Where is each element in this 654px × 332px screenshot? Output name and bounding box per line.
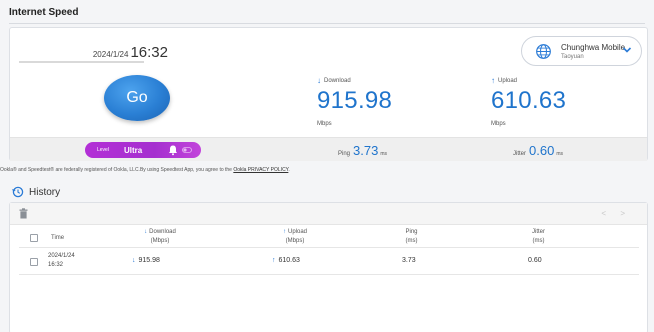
row-date: 2024/1/24 [48,253,75,259]
disclaimer-end: . [288,167,290,173]
timestamp-underline [19,61,144,63]
ping-label: Ping [338,151,351,157]
download-label: Download [324,77,351,84]
history-heading: History [12,186,60,198]
toggle-icon [182,147,192,153]
col-jitter-label: Jitter [531,229,545,235]
level-label: Level [97,147,109,153]
history-title: History [29,186,61,198]
history-icon [12,186,24,198]
col-ping: Ping (ms) [389,228,434,246]
row-time: 16:32 [48,262,64,268]
col-time: Time [51,235,65,241]
col-download-label: Download [149,229,176,235]
col-download-unit: (Mbps) [150,238,170,244]
stats-band: Level Ultra Ping 3.73 ms Jitter 0.60 ms [10,137,647,161]
upload-label: Upload [498,77,518,84]
level-badge[interactable]: Level Ultra [85,142,201,158]
row-divider [19,274,639,275]
col-upload-label: Upload [287,229,307,235]
row-jitter: 0.60 [528,257,542,264]
privacy-policy-link[interactable]: Ookla PRIVACY POLICY [233,167,288,173]
row-upload-arrow-icon: ↑ [272,257,276,264]
disclaimer-text: Ookla® and Speedtest® are federally regi… [0,167,234,173]
download-unit: Mbps [317,121,332,127]
test-timestamp: 2024/1/24 16:32 [34,44,174,61]
trash-icon[interactable] [19,208,28,219]
history-toolbar: < > [10,203,647,225]
download-heading: ↓ Download [317,76,351,85]
row-download-arrow-icon: ↓ [132,257,136,264]
test-time: 16:32 [130,44,168,61]
upload-value: 610.63 [491,87,567,114]
ping-value: 3.73 [353,143,379,158]
bell-icon [169,145,177,156]
upload-col-arrow-icon: ↑ [282,229,286,235]
jitter-label: Jitter [513,151,527,157]
row-checkbox[interactable] [30,258,38,266]
col-jitter: Jitter (ms) [516,228,561,246]
download-arrow-icon: ↓ [317,76,321,85]
pager-arrows[interactable]: < > [601,209,631,218]
test-date: 2024/1/24 [92,50,129,59]
col-upload: ↑ Upload (Mbps) [260,228,330,246]
col-jitter-unit: (ms) [532,238,545,244]
col-ping-unit: (ms) [405,238,418,244]
go-button[interactable]: Go [104,75,170,121]
chevron-down-icon [622,47,632,53]
select-all-checkbox[interactable] [30,234,38,242]
col-download: ↓ Download (Mbps) [125,228,195,246]
upload-heading: ↑ Upload [491,76,517,85]
ping-unit: ms [380,151,387,157]
row-ping: 3.73 [402,257,416,264]
download-col-arrow-icon: ↓ [144,229,148,235]
title-divider [9,23,645,24]
speedtest-card: 2024/1/24 16:32 Chunghwa Mobile Taoyuan … [9,27,648,161]
jitter-value: 0.60 [529,143,555,158]
section-title: Internet Speed [9,7,79,18]
col-upload-unit: (Mbps) [285,238,305,244]
level-value: Ultra [123,145,143,155]
col-ping-label: Ping [405,229,418,235]
jitter-unit: ms [556,151,563,157]
server-provider: Chunghwa Mobile [561,43,626,52]
server-select-button[interactable]: Chunghwa Mobile Taoyuan [521,36,642,66]
history-table: < > Time ↓ Download (Mbps) ↑ Upload (Mbps)… [9,202,648,332]
row-download-cell: ↓ 915.98 [132,257,160,264]
server-city: Taoyuan [561,54,584,60]
row-upload: 610.63 [278,257,300,264]
header-divider [19,247,639,248]
row-download: 915.98 [138,257,160,264]
upload-unit: Mbps [491,121,506,127]
internet-speed-page: Internet Speed 2024/1/24 16:32 Chunghwa … [0,0,654,332]
upload-arrow-icon: ↑ [491,76,495,85]
disclaimer: Ookla® and Speedtest® are federally regi… [0,167,290,173]
download-value: 915.98 [317,87,393,114]
ping-readout: Ping 3.73 ms [338,143,387,158]
jitter-readout: Jitter 0.60 ms [513,143,563,158]
globe-icon [536,44,551,59]
row-upload-cell: ↑ 610.63 [272,257,300,264]
row-time-cell: 2024/1/24 16:32 [48,252,75,270]
